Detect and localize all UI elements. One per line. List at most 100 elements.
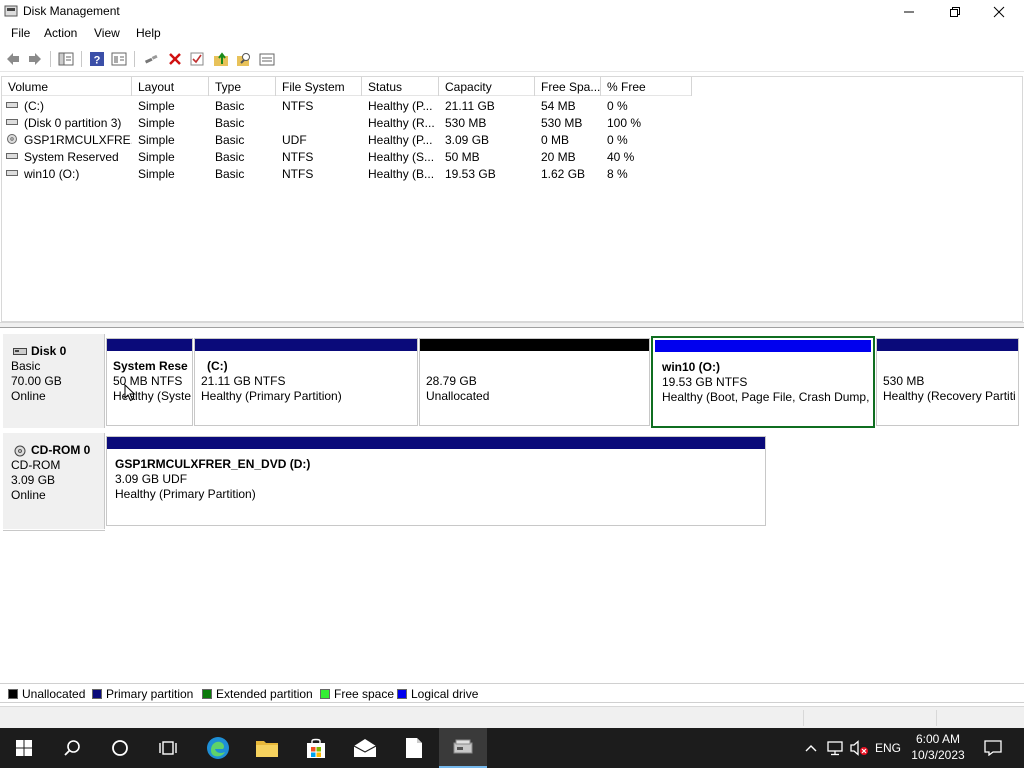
mail-button[interactable]	[341, 728, 389, 768]
check-button[interactable]	[188, 50, 206, 68]
edge-icon	[207, 737, 229, 759]
partition-dvd-d[interactable]: GSP1RMCULXFRER_EN_DVD (D:) 3.09 GB UDF H…	[106, 436, 766, 526]
partition-name: (C:)	[207, 359, 228, 373]
forward-arrow-icon	[29, 53, 41, 65]
capacity-cell: 530 MB	[445, 116, 487, 130]
status-cell: Healthy (P...	[368, 99, 433, 113]
menu-help[interactable]: Help	[136, 26, 161, 40]
clock-date: 10/3/2023	[911, 748, 965, 762]
column-header-layout[interactable]: Layout	[132, 77, 209, 96]
pane-splitter[interactable]	[0, 322, 1024, 328]
task-view-button[interactable]	[144, 728, 192, 768]
table-row[interactable]: (C:) Simple Basic NTFS Healthy (P... 21.…	[2, 97, 692, 114]
table-row[interactable]: GSP1RMCULXFRE... Simple Basic UDF Health…	[2, 131, 692, 148]
table-row[interactable]: (Disk 0 partition 3) Simple Basic Health…	[2, 114, 692, 131]
minimize-button[interactable]	[886, 0, 932, 23]
toolbar-separator	[50, 51, 51, 67]
help-icon: ?	[90, 52, 104, 67]
disk-graphical-view: Disk 0 Basic 70.00 GB Online System Rese…	[1, 330, 1023, 680]
partition-c-drive[interactable]: (C:) 21.11 GB NTFS Healthy (Primary Part…	[194, 338, 418, 426]
svg-text:?: ?	[94, 55, 101, 67]
console-tree-button[interactable]	[57, 50, 75, 68]
capacity-cell: 19.53 GB	[445, 167, 496, 181]
folder-up-button[interactable]	[212, 50, 230, 68]
partition-unallocated[interactable]: 28.79 GB Unallocated	[419, 338, 650, 426]
cortana-button[interactable]	[96, 728, 144, 768]
status-cell: Healthy (R...	[368, 116, 435, 130]
toolbar-separator	[81, 51, 82, 67]
clock-time: 6:00 AM	[915, 732, 961, 746]
status-cell: Healthy (B...	[368, 167, 435, 181]
disk-size: 3.09 GB	[11, 473, 56, 487]
column-header-volume[interactable]: Volume	[2, 77, 132, 96]
network-button[interactable]	[824, 728, 846, 768]
system-clock[interactable]: 6:00 AM 10/3/2023	[908, 731, 968, 763]
help-button[interactable]: ?	[88, 50, 106, 68]
legend-logical-drive: Logical drive	[397, 687, 478, 701]
column-header-type[interactable]: Type	[209, 77, 276, 96]
volume-cell: (C:)	[24, 99, 44, 113]
disk-icon	[13, 348, 27, 355]
search-button[interactable]	[235, 50, 253, 68]
status-bar-divider	[803, 710, 804, 726]
show-hidden-icons-button[interactable]	[800, 728, 822, 768]
column-header-status[interactable]: Status	[362, 77, 439, 96]
percent-free-cell: 8 %	[607, 167, 628, 181]
menu-action[interactable]: Action	[44, 26, 77, 40]
start-button[interactable]	[0, 728, 48, 768]
partition-bar	[655, 340, 871, 352]
menu-file[interactable]: File	[11, 26, 30, 40]
delete-button[interactable]	[166, 50, 184, 68]
store-button[interactable]	[292, 728, 340, 768]
title-bar: Disk Management	[0, 0, 1024, 23]
partition-recovery[interactable]: 530 MB Healthy (Recovery Partiti	[876, 338, 1019, 426]
partition-name: GSP1RMCULXFRER_EN_DVD (D:)	[115, 457, 311, 471]
column-header-file-system[interactable]: File System	[276, 77, 362, 96]
partition-name: System Rese	[113, 359, 188, 373]
edge-browser-button[interactable]	[194, 728, 242, 768]
connect-button[interactable]	[142, 50, 160, 68]
disk-name: CD-ROM 0	[31, 443, 91, 457]
column-header-capacity[interactable]: Capacity	[439, 77, 535, 96]
back-button[interactable]	[4, 50, 22, 68]
type-cell: Basic	[215, 116, 245, 130]
layout-cell: Simple	[138, 150, 175, 164]
volume-list[interactable]: Volume Layout Type File System Status Ca…	[1, 76, 1023, 322]
volume-button[interactable]	[848, 728, 870, 768]
folder-up-icon	[214, 52, 228, 66]
close-button[interactable]	[976, 0, 1022, 23]
action-center-button[interactable]	[978, 728, 1008, 768]
table-row[interactable]: win10 (O:) Simple Basic NTFS Healthy (B.…	[2, 165, 692, 182]
forward-button[interactable]	[26, 50, 44, 68]
disk-0-label[interactable]: Disk 0 Basic 70.00 GB Online	[3, 334, 105, 428]
partition-status: Healthy (Primary Partition)	[201, 389, 342, 403]
percent-free-cell: 0 %	[607, 133, 628, 147]
legend-primary-partition: Primary partition	[92, 687, 193, 701]
properties-button[interactable]	[110, 50, 128, 68]
drive-icon	[6, 170, 18, 176]
menu-view[interactable]: View	[94, 26, 120, 40]
cd-drive-icon	[7, 134, 17, 144]
cdrom-0-label[interactable]: CD-ROM 0 CD-ROM 3.09 GB Online	[3, 433, 105, 529]
partition-bar	[877, 339, 1018, 351]
type-cell: Basic	[215, 167, 245, 181]
column-header-percent-free[interactable]: % Free	[601, 77, 692, 96]
partition-system-reserved[interactable]: System Rese 50 MB NTFS Healthy (Syste	[106, 338, 193, 426]
document-icon	[406, 738, 422, 758]
column-header-free-space[interactable]: Free Spa...	[535, 77, 601, 96]
notepad-button[interactable]	[390, 728, 438, 768]
restore-button[interactable]	[932, 0, 978, 23]
disk-management-taskbar-button[interactable]	[439, 728, 487, 768]
file-explorer-button[interactable]	[243, 728, 291, 768]
input-language-indicator[interactable]: ENG	[872, 728, 904, 768]
capacity-cell: 3.09 GB	[445, 133, 490, 147]
partition-win10-o[interactable]: win10 (O:) 19.53 GB NTFS Healthy (Boot, …	[651, 336, 875, 428]
disk-management-app-icon	[4, 5, 18, 17]
search-taskbar-button[interactable]	[48, 728, 96, 768]
partition-status: Healthy (Recovery Partiti	[883, 389, 1016, 403]
legend-extended-partition: Extended partition	[202, 687, 313, 701]
partition-size: 21.11 GB NTFS	[201, 374, 286, 388]
table-row[interactable]: System Reserved Simple Basic NTFS Health…	[2, 148, 692, 165]
mail-envelope-icon	[353, 739, 377, 757]
list-button[interactable]	[258, 50, 276, 68]
